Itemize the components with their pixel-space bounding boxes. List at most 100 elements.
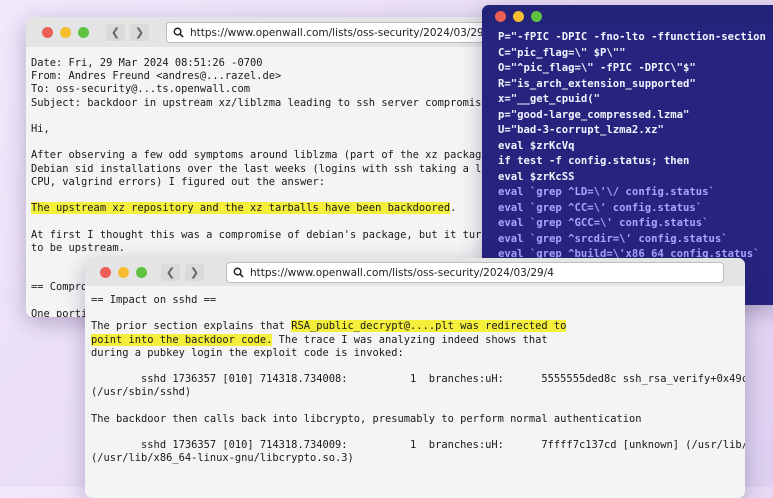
highlighted-text: The upstream xz repository and the xz ta…: [31, 202, 451, 215]
email-window-front: ❮ ❯ https://www.openwall.com/lists/oss-s…: [85, 258, 745, 498]
terminal-line: R="is_arch_extension_supported": [498, 77, 766, 93]
terminal-line: C="pic_flag=\" $P\"": [498, 46, 766, 62]
chevron-right-icon: ❯: [189, 265, 200, 279]
text-line: [91, 360, 745, 373]
text-line: sshd 1736357 [010] 714318.734008: 1 bran…: [91, 373, 745, 386]
line-text: Date: Fri, 29 Mar 2024 08:51:26 -0700: [31, 57, 263, 69]
line-text: during a pubkey login the exploit code i…: [91, 346, 404, 359]
terminal-line-text: U="bad-3-corrupt_lzma2.xz": [498, 124, 664, 136]
close-window-button[interactable]: [42, 26, 53, 38]
text-line: From: Andres Freund <andres@...razel.de>: [31, 70, 519, 83]
chevron-left-icon: ❮: [110, 25, 121, 39]
terminal-line: eval `grep ^srcdir=\' config.status`: [498, 232, 766, 248]
minimize-window-button[interactable]: [513, 10, 524, 22]
terminal-line: p="good-large_compressed.lzma": [498, 108, 766, 124]
line-text: CPU, valgrind errors) I figured out the …: [31, 175, 326, 188]
text-line: At first I thought this was a compromise…: [31, 229, 519, 242]
terminal-line-text: eval `grep ^CC=\' config.status`: [498, 201, 703, 214]
line-text: == Impact on sshd ==: [91, 294, 217, 306]
address-bar-url: https://www.openwall.com/lists/oss-secur…: [250, 266, 554, 279]
highlighted-text: RSA_public_decrypt@....plt was redirecte…: [291, 320, 567, 333]
text-line: [91, 400, 745, 413]
line-text: == Compro: [31, 281, 88, 294]
highlighted-text: point into the backdoor code.: [91, 333, 273, 346]
terminal-line-text: p="good-large_compressed.lzma": [498, 108, 690, 121]
line-text: At first I thought this was a compromise…: [31, 228, 519, 241]
text-line: to be upstream.: [31, 242, 519, 255]
terminal-line: P="-fPIC -DPIC -fno-lto -ffunction-secti…: [498, 30, 766, 46]
terminal-line: O="^pic_flag=\" -fPIC -DPIC\"$": [498, 61, 766, 77]
back-button[interactable]: ❮: [161, 263, 180, 281]
text-line: [31, 110, 519, 123]
forward-button[interactable]: ❯: [130, 23, 149, 41]
maximize-window-button[interactable]: [531, 10, 542, 22]
text-line: CPU, valgrind errors) I figured out the …: [31, 176, 519, 189]
search-icon: [233, 267, 244, 278]
maximize-window-button[interactable]: [136, 266, 147, 278]
terminal-line: eval `grep ^LD=\'\/ config.status`: [498, 185, 766, 201]
minimize-window-button[interactable]: [118, 266, 129, 278]
chevron-right-icon: ❯: [134, 25, 145, 39]
line-text: Subject: backdoor in upstream xz/liblzma…: [31, 96, 488, 109]
text-line: sshd 1736357 [010] 714318.734009: 1 bran…: [91, 439, 745, 452]
text-line: Hi,: [31, 123, 519, 136]
terminal-line: U="bad-3-corrupt_lzma2.xz": [498, 123, 766, 139]
text-line: [91, 426, 745, 439]
terminal-line: eval $zrKcSS: [498, 170, 766, 186]
chevron-left-icon: ❮: [165, 265, 176, 279]
address-bar[interactable]: https://www.openwall.com/lists/oss-secur…: [226, 262, 724, 283]
line-text: Debian sid installations over the last w…: [31, 162, 513, 175]
forward-button[interactable]: ❯: [185, 263, 204, 281]
text-line: [91, 307, 745, 320]
line-text: One porti: [31, 307, 88, 317]
maximize-window-button[interactable]: [78, 26, 89, 38]
line-text: to be upstream.: [31, 241, 125, 254]
terminal-line: if test -f config.status; then: [498, 154, 766, 170]
line-text: (/usr/sbin/sshd): [91, 386, 192, 399]
text-line: == Impact on sshd ==: [91, 294, 745, 307]
text-line: Subject: backdoor in upstream xz/liblzma…: [31, 97, 519, 110]
terminal-line-text: eval $zrKcVq: [498, 139, 575, 152]
address-bar-url: https://www.openwall.com/lists/oss-secur…: [190, 26, 494, 39]
text-line: (/usr/sbin/sshd): [91, 386, 745, 399]
email-body: == Impact on sshd == The prior section ex…: [91, 294, 745, 466]
back-button[interactable]: ❮: [106, 23, 125, 41]
terminal-line: eval $zrKcVq: [498, 139, 766, 155]
text-line: [31, 215, 519, 228]
text-line: [31, 189, 519, 202]
minimize-window-button[interactable]: [60, 26, 71, 38]
terminal-line: eval `grep ^GCC=\' config.status`: [498, 216, 766, 232]
text-line: Debian sid installations over the last w…: [31, 163, 519, 176]
line-text: .: [450, 202, 457, 215]
text-line: (/usr/lib/x86_64-linux-gnu/libcrypto.so.…: [91, 452, 745, 465]
text-line: After observing a few odd symptoms aroun…: [31, 149, 519, 162]
search-icon: [173, 27, 184, 38]
terminal-line-text: eval $zrKcSS: [498, 170, 575, 183]
terminal-line: x="__get_cpuid(": [498, 92, 766, 108]
browser-titlebar: ❮ ❯ https://www.openwall.com/lists/oss-s…: [85, 258, 745, 286]
close-window-button[interactable]: [495, 10, 506, 22]
terminal-line-text: R="is_arch_extension_supported": [498, 77, 696, 90]
line-text: Hi,: [31, 123, 50, 135]
line-text: sshd 1736357 [010] 714318.734009: 1 bran…: [91, 439, 745, 452]
terminal-titlebar: [482, 5, 773, 27]
line-text: sshd 1736357 [010] 714318.734008: 1 bran…: [91, 373, 745, 386]
text-line: The prior section explains that RSA_publ…: [91, 320, 745, 333]
terminal-line-text: eval `grep ^LD=\'\/ config.status`: [498, 186, 715, 198]
terminal-line: eval `grep ^CC=\' config.status`: [498, 201, 766, 217]
terminal-line-text: P="-fPIC -DPIC -fno-lto -ffunction-secti…: [498, 31, 766, 43]
line-text: After observing a few odd symptoms aroun…: [31, 149, 513, 162]
text-line: point into the backdoor code. The trace …: [91, 333, 745, 347]
line-text: The prior section explains that: [91, 320, 292, 333]
line-text: To: oss-security@...ts.openwall.com: [31, 83, 250, 96]
terminal-line-text: O="^pic_flag=\" -fPIC -DPIC\"$": [498, 62, 696, 74]
close-window-button[interactable]: [100, 266, 111, 278]
terminal-line-text: if test -f config.status; then: [498, 155, 690, 167]
terminal-line-text: eval `grep ^srcdir=\' config.status`: [498, 232, 728, 245]
line-text: From: Andres Freund <andres@...razel.de>: [31, 70, 282, 83]
text-line: To: oss-security@...ts.openwall.com: [31, 83, 519, 96]
terminal-line-text: x="__get_cpuid(": [498, 93, 601, 105]
text-line: The backdoor then calls back into libcry…: [91, 413, 745, 426]
text-line: The upstream xz repository and the xz ta…: [31, 202, 519, 215]
text-line: Date: Fri, 29 Mar 2024 08:51:26 -0700: [31, 57, 519, 70]
